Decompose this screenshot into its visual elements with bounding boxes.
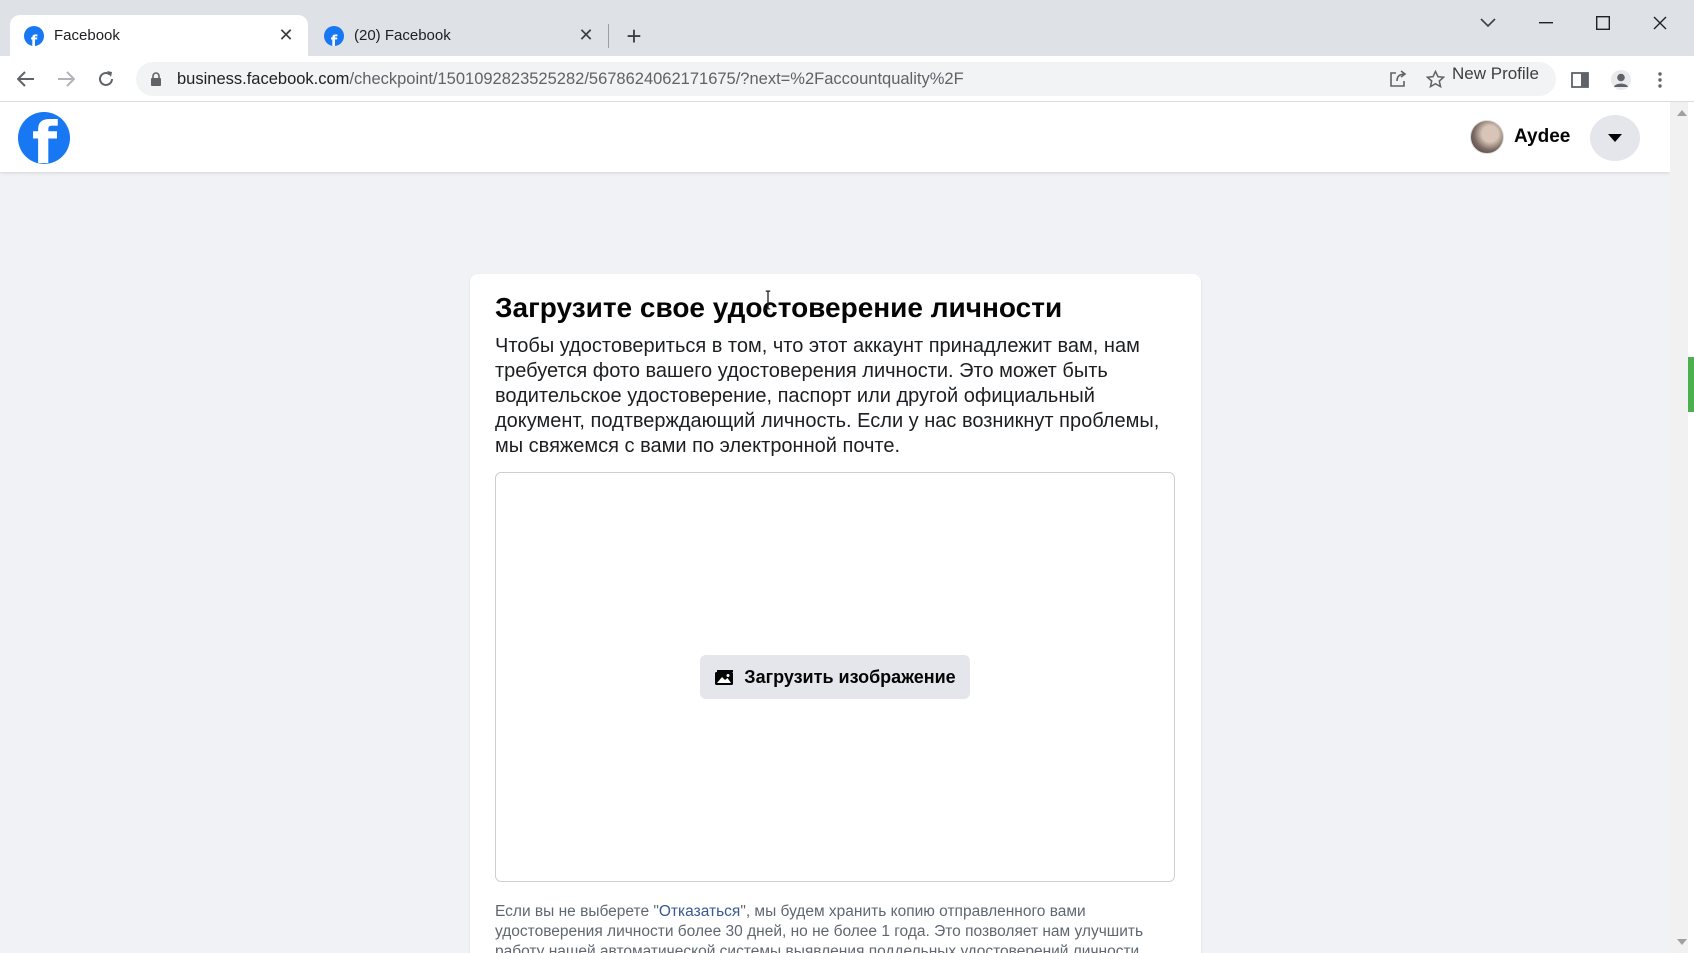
text-cursor-icon (765, 290, 771, 310)
bookmark-star-icon[interactable] (1425, 69, 1445, 89)
close-window-button[interactable] (1637, 8, 1683, 38)
lock-icon[interactable] (150, 72, 162, 91)
id-upload-card: Загрузите свое удостоверение личности Чт… (470, 274, 1201, 953)
maximize-button[interactable] (1580, 8, 1626, 38)
edge-accent (1688, 357, 1694, 412)
avatar[interactable] (1470, 120, 1504, 154)
side-panel-icon[interactable] (1568, 68, 1592, 92)
scroll-down-arrow-icon[interactable] (1677, 939, 1687, 945)
tab-separator (608, 24, 609, 48)
reload-icon[interactable] (90, 63, 122, 95)
tab-facebook-notifications[interactable]: f (20) Facebook ✕ (310, 15, 608, 56)
url-text[interactable]: business.facebook.com/checkpoint/1501092… (177, 70, 964, 89)
facebook-header: f Aydee (0, 102, 1670, 172)
account-menu-button[interactable] (1590, 115, 1640, 161)
tab-title: (20) Facebook (354, 27, 451, 44)
facebook-favicon-icon: f (324, 25, 344, 46)
fineprint-text-before: Если вы не выберете " (495, 903, 659, 920)
share-icon[interactable] (1388, 69, 1408, 89)
upload-image-button[interactable]: Загрузить изображение (700, 655, 970, 699)
upload-image-label: Загрузить изображение (744, 666, 956, 687)
url-path: /checkpoint/1501092823525282/56786240621… (349, 70, 964, 88)
facebook-logo-icon[interactable]: f (18, 112, 70, 164)
browser-tab-strip: f Facebook ✕ f (20) Facebook ✕ + (0, 0, 1694, 56)
scroll-up-arrow-icon[interactable] (1677, 110, 1687, 116)
profile-avatar-icon[interactable] (1609, 68, 1633, 92)
page-viewport: f Aydee Загрузите свое удостоверение лич… (0, 102, 1670, 953)
page-title: Загрузите свое удостоверение личности (495, 292, 1063, 323)
card-description: Чтобы удостовериться в том, что этот акк… (495, 335, 1160, 457)
minimize-button[interactable] (1523, 8, 1569, 38)
tab-facebook[interactable]: f Facebook ✕ (10, 15, 308, 56)
new-tab-button[interactable]: + (620, 21, 648, 51)
new-profile-label[interactable]: New Profile (1452, 64, 1539, 84)
close-icon[interactable]: ✕ (274, 24, 298, 48)
close-icon[interactable]: ✕ (574, 24, 598, 48)
url-host: business.facebook.com (177, 70, 350, 88)
image-dropzone[interactable]: Загрузить изображение (495, 472, 1175, 882)
back-arrow-icon[interactable] (10, 63, 42, 95)
more-options-icon[interactable] (1648, 68, 1672, 92)
forward-arrow-icon[interactable] (50, 63, 82, 95)
data-retention-notice: Если вы не выберете "Отказаться", мы буд… (495, 902, 1175, 953)
browser-toolbar: business.facebook.com/checkpoint/1501092… (0, 56, 1694, 102)
tab-title: Facebook (54, 27, 120, 44)
opt-out-link[interactable]: Отказаться (659, 903, 740, 920)
address-bar[interactable]: business.facebook.com/checkpoint/1501092… (136, 62, 1556, 96)
adjacent-window-edge (1688, 102, 1694, 953)
image-icon (714, 669, 734, 686)
user-name[interactable]: Aydee (1514, 126, 1570, 148)
facebook-favicon-icon: f (24, 25, 44, 46)
tab-search-chevron-down-icon[interactable] (1465, 8, 1511, 38)
caret-down-icon (1608, 134, 1622, 142)
